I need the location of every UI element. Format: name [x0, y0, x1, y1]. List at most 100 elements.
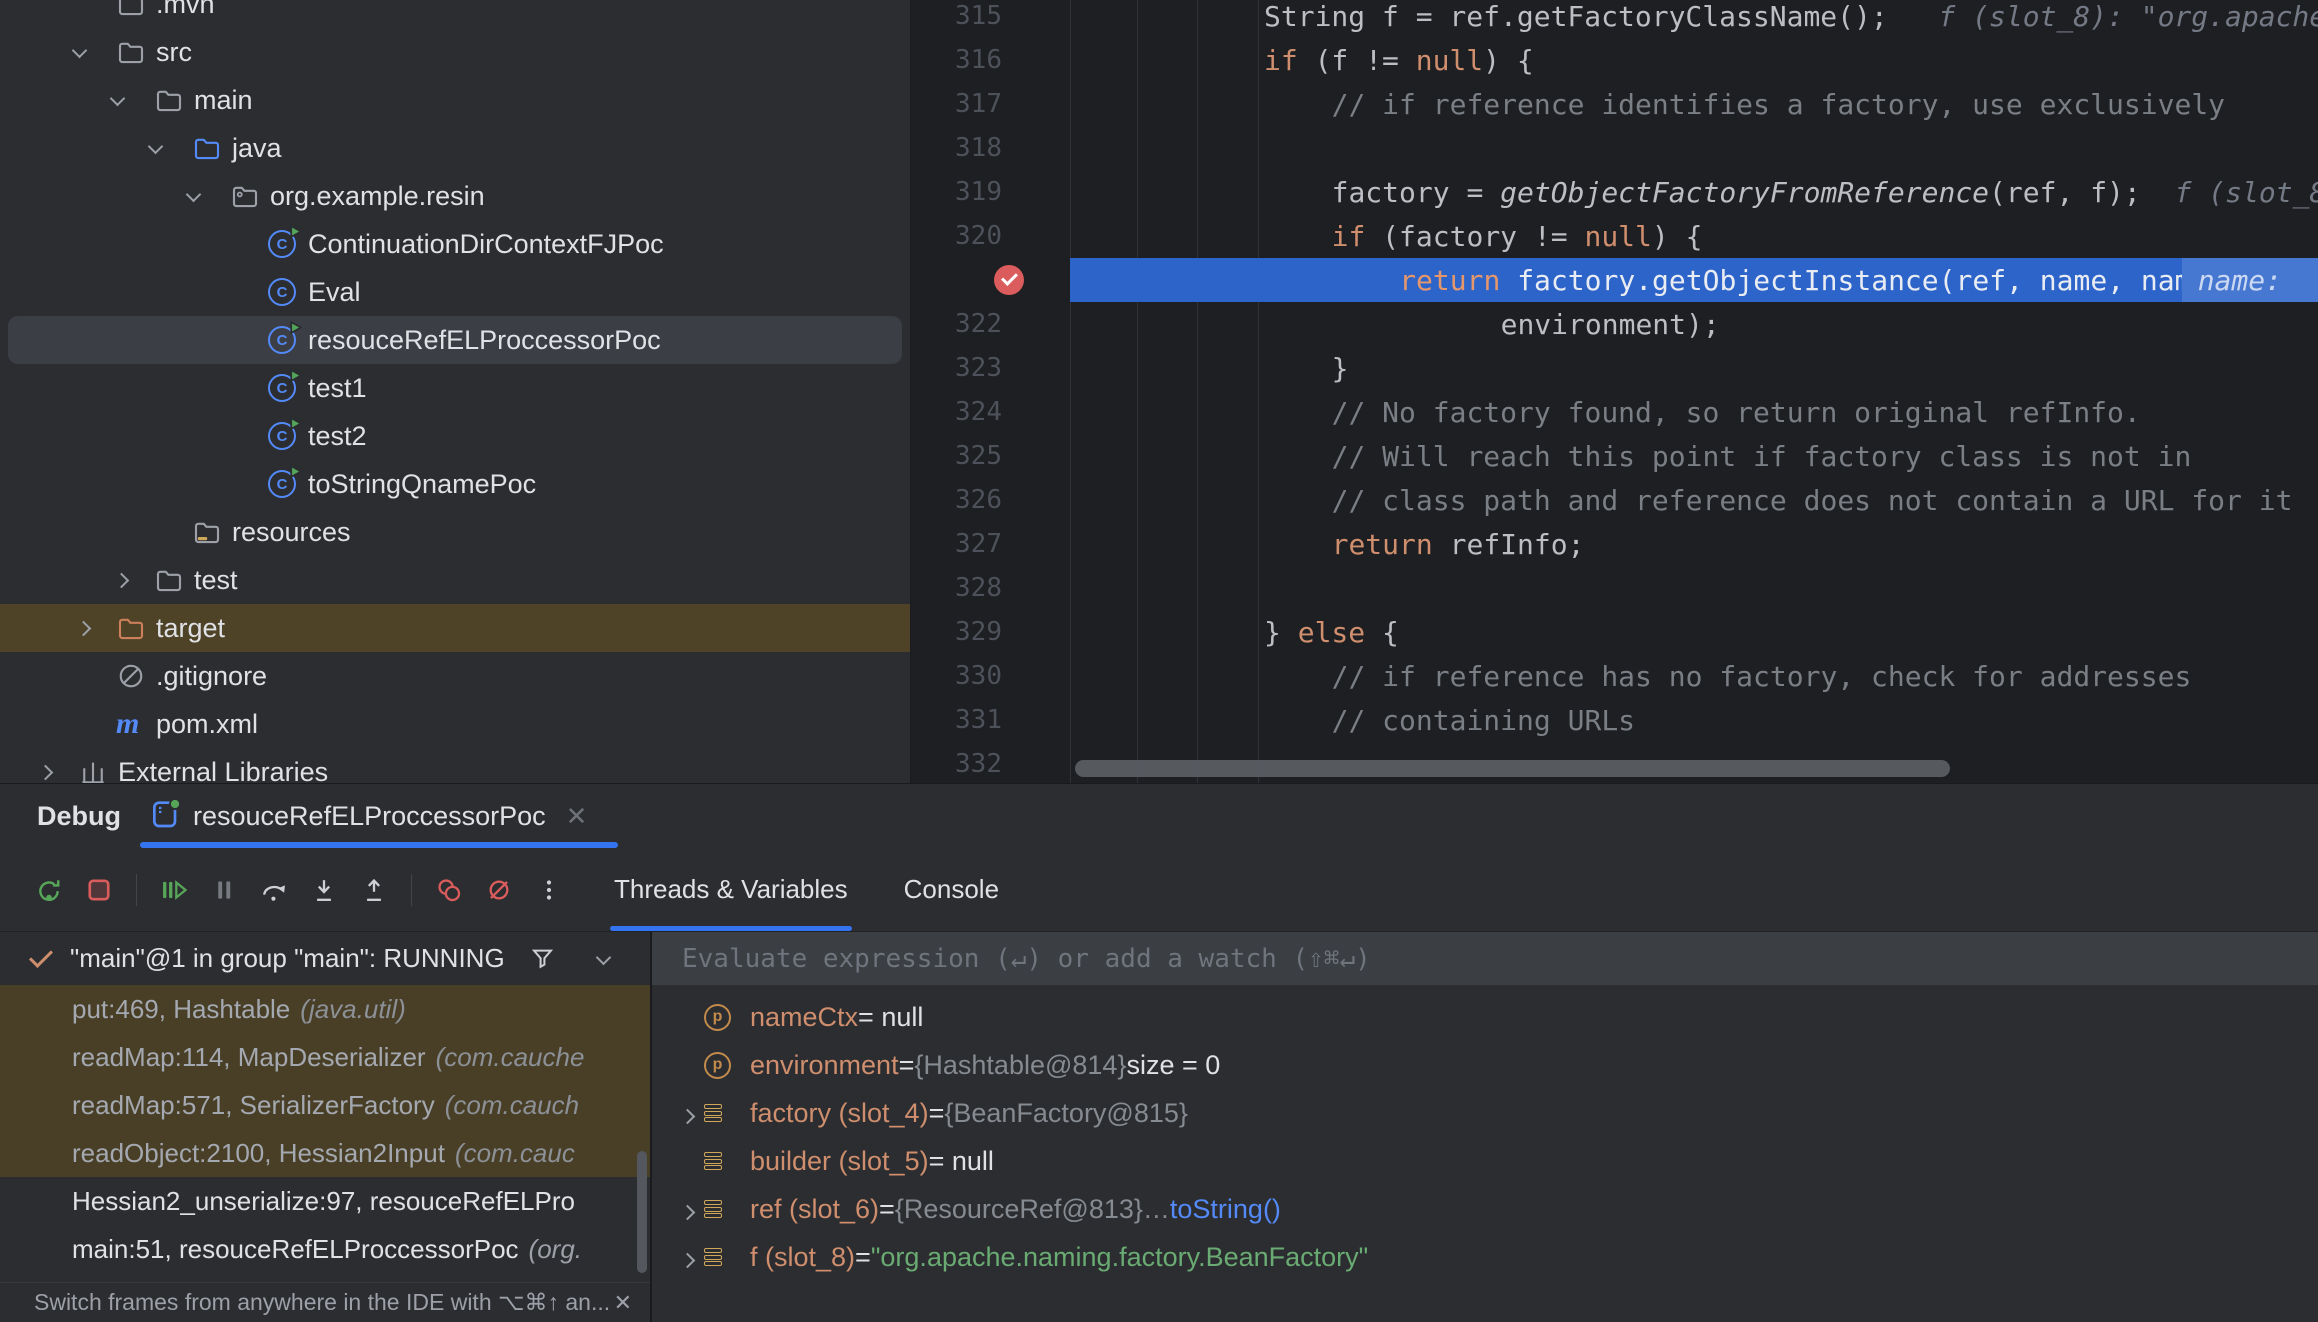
code-text[interactable]: // if reference identifies a factory, us… — [1070, 82, 2318, 126]
mute-breakpoints-button[interactable] — [474, 865, 524, 915]
tree-item[interactable]: test — [0, 556, 910, 604]
variable-row[interactable]: builder (slot_5) = null — [652, 1137, 2318, 1185]
frame-row[interactable]: put:469, Hashtable (java.util) — [0, 985, 650, 1033]
gutter[interactable]: 320 — [911, 214, 1070, 258]
gutter[interactable]: 332 — [911, 742, 1070, 783]
tree-item[interactable]: .mvn — [0, 0, 910, 28]
gutter[interactable]: 323 — [911, 346, 1070, 390]
code-text[interactable]: return refInfo; — [1070, 522, 2318, 566]
gutter[interactable]: 318 — [911, 126, 1070, 170]
tree-item[interactable]: C test1 — [0, 364, 910, 412]
evaluate-placeholder: Evaluate expression (↵) or add a watch (… — [682, 944, 1371, 974]
code-text[interactable]: return factory.getObjectInstance(ref, na… — [1070, 258, 2318, 302]
close-icon[interactable]: ✕ — [566, 801, 588, 832]
chevron-down-icon[interactable] — [598, 950, 609, 968]
chevron-right-icon[interactable] — [680, 1252, 696, 1268]
chevron-down-icon[interactable] — [110, 90, 126, 106]
variable-row[interactable]: p environment = {Hashtable@814} size = 0 — [652, 1041, 2318, 1089]
tree-item[interactable]: C toStringQnamePoc — [0, 460, 910, 508]
code-text[interactable] — [1070, 566, 2318, 610]
code-text[interactable]: // class path and reference does not con… — [1070, 478, 2318, 522]
debug-session-tab[interactable]: resouceRefELProccessorPoc ✕ — [149, 798, 587, 835]
view-breakpoints-button[interactable] — [424, 865, 474, 915]
tree-item[interactable]: .gitignore — [0, 652, 910, 700]
tree-item[interactable]: C test2 — [0, 412, 910, 460]
stop-button[interactable] — [74, 865, 124, 915]
gutter[interactable]: 326 — [911, 478, 1070, 522]
gutter[interactable]: 322 — [911, 302, 1070, 346]
chevron-down-icon[interactable] — [148, 138, 164, 154]
variable-row[interactable]: f (slot_8) = "org.apache.naming.factory.… — [652, 1233, 2318, 1281]
variable-row[interactable]: ref (slot_6) = {ResourceRef@813} … toStr… — [652, 1185, 2318, 1233]
gutter[interactable]: 325 — [911, 434, 1070, 478]
frame-row[interactable]: readMap:114, MapDeserializer (com.cauche — [0, 1033, 650, 1081]
chevron-down-icon[interactable] — [72, 42, 88, 58]
step-over-button[interactable] — [249, 865, 299, 915]
gutter[interactable]: 328 — [911, 566, 1070, 610]
code-text[interactable]: // if reference has no factory, check fo… — [1070, 654, 2318, 698]
tree-item[interactable]: java — [0, 124, 910, 172]
gutter[interactable]: 317 — [911, 82, 1070, 126]
pause-button[interactable] — [199, 865, 249, 915]
gutter[interactable]: 315 — [911, 0, 1070, 38]
code-text[interactable]: // containing URLs — [1070, 698, 2318, 742]
tab-threads-variables[interactable]: Threads & Variables — [614, 848, 848, 931]
tree-item[interactable]: main — [0, 76, 910, 124]
variable-row[interactable]: p nameCtx = null — [652, 993, 2318, 1041]
tree-item[interactable]: target — [0, 604, 910, 652]
frame-row[interactable]: readMap:571, SerializerFactory (com.cauc… — [0, 1081, 650, 1129]
code-text[interactable]: factory = getObjectFactoryFromReference(… — [1070, 170, 2318, 214]
variable-row[interactable]: factory (slot_4) = {BeanFactory@815} — [652, 1089, 2318, 1137]
filter-icon[interactable] — [529, 945, 556, 972]
tree-item[interactable]: org.example.resin — [0, 172, 910, 220]
tree-item[interactable]: m pom.xml — [0, 700, 910, 748]
frame-row[interactable]: main:51, resouceRefELProccessorPoc (org. — [0, 1225, 650, 1273]
gutter[interactable]: 327 — [911, 522, 1070, 566]
more-button[interactable] — [524, 865, 574, 915]
code-text[interactable]: environment); — [1070, 302, 2318, 346]
chevron-right-icon[interactable] — [38, 764, 54, 780]
horizontal-scrollbar[interactable] — [1075, 760, 1950, 777]
tree-item[interactable]: src — [0, 28, 910, 76]
chevron-right-icon[interactable] — [680, 1108, 696, 1124]
chevron-right-icon[interactable] — [114, 572, 130, 588]
step-into-button[interactable] — [299, 865, 349, 915]
code-line: 315 String f = ref.getFactoryClassName()… — [911, 0, 2318, 38]
code-text[interactable]: if (f != null) { — [1070, 38, 2318, 82]
tree-item-label: toStringQnamePoc — [308, 469, 536, 500]
close-icon[interactable]: ✕ — [614, 1290, 632, 1316]
chevron-down-icon[interactable] — [186, 186, 202, 202]
code-text[interactable]: // No factory found, so return original … — [1070, 390, 2318, 434]
gutter[interactable]: 329 — [911, 610, 1070, 654]
tostring-link[interactable]: toString() — [1170, 1194, 1281, 1225]
thread-selector[interactable]: "main"@1 in group "main": RUNNING — [0, 932, 650, 985]
vertical-scrollbar[interactable] — [637, 1151, 647, 1273]
evaluate-expression-input[interactable]: Evaluate expression (↵) or add a watch (… — [652, 932, 2318, 985]
gutter[interactable]: 319 — [911, 170, 1070, 214]
tree-item[interactable]: C resouceRefELProccessorPoc — [8, 316, 902, 364]
frame-row[interactable]: readObject:2100, Hessian2Input (com.cauc — [0, 1129, 650, 1177]
gutter[interactable]: 331 — [911, 698, 1070, 742]
resume-button[interactable] — [149, 865, 199, 915]
code-text[interactable]: } — [1070, 346, 2318, 390]
tree-item[interactable]: resources — [0, 508, 910, 556]
code-text[interactable]: if (factory != null) { — [1070, 214, 2318, 258]
breakpoint-icon[interactable] — [994, 265, 1024, 295]
gutter[interactable]: 330 — [911, 654, 1070, 698]
step-out-button[interactable] — [349, 865, 399, 915]
chevron-right-icon[interactable] — [680, 1204, 696, 1220]
gutter[interactable] — [911, 258, 1070, 302]
tree-item[interactable]: External Libraries — [0, 748, 910, 783]
frame-row[interactable]: Hessian2_unserialize:97, resouceRefELPro — [0, 1177, 650, 1225]
gutter[interactable]: 324 — [911, 390, 1070, 434]
code-text[interactable]: String f = ref.getFactoryClassName();f (… — [1070, 0, 2318, 38]
gutter[interactable]: 316 — [911, 38, 1070, 82]
code-text[interactable] — [1070, 126, 2318, 170]
tree-item[interactable]: C Eval — [0, 268, 910, 316]
tree-item[interactable]: C ContinuationDirContextFJPoc — [0, 220, 910, 268]
chevron-right-icon[interactable] — [76, 620, 92, 636]
code-text[interactable]: } else { — [1070, 610, 2318, 654]
tab-console[interactable]: Console — [904, 848, 999, 931]
code-text[interactable]: // Will reach this point if factory clas… — [1070, 434, 2318, 478]
rerun-debug-button[interactable] — [24, 865, 74, 915]
